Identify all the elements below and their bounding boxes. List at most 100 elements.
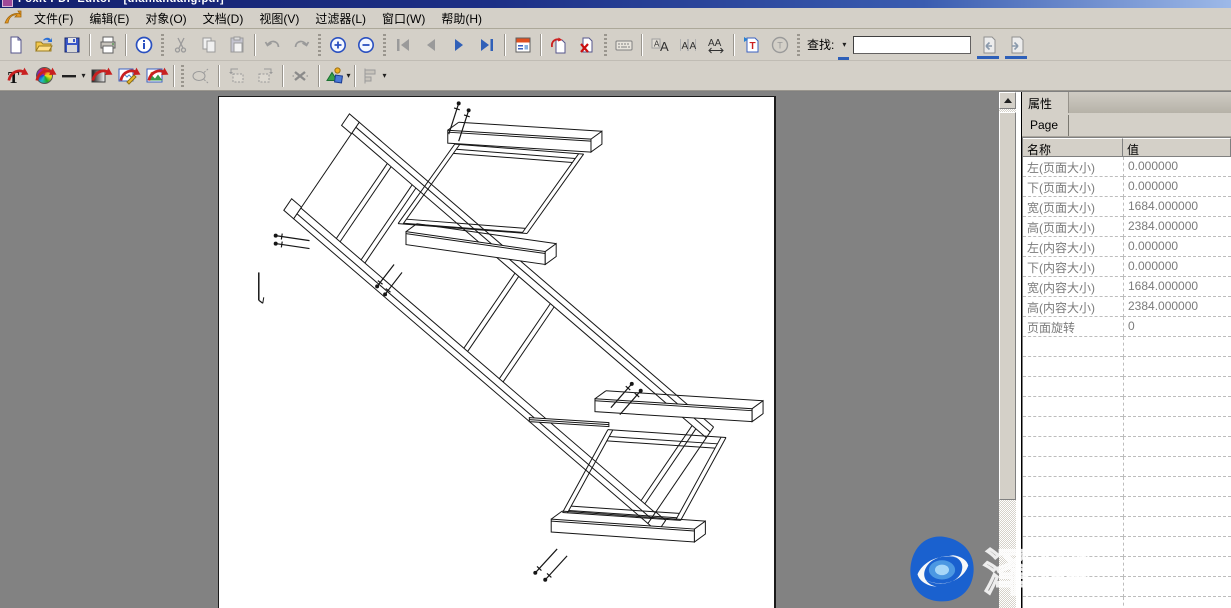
document-info-button[interactable] xyxy=(131,32,157,57)
properties-tabs: Page xyxy=(1022,113,1231,137)
svg-text:T: T xyxy=(750,41,756,52)
find-input[interactable] xyxy=(853,36,971,54)
add-image-icon xyxy=(145,65,167,87)
save-icon xyxy=(62,35,82,55)
add-text-object-button[interactable]: T xyxy=(3,63,29,88)
property-name: 页面旋转 xyxy=(1023,317,1123,337)
zoom-in-button[interactable] xyxy=(325,32,351,57)
menu-item-5[interactable]: 视图(V) xyxy=(251,8,307,29)
toolbar-grip[interactable] xyxy=(318,34,321,56)
clone-object-icon xyxy=(190,65,212,87)
window-titlebar: Foxit PDF Editor - [dianlandang.pdf] xyxy=(0,0,1231,8)
page-layout-button[interactable] xyxy=(510,32,536,57)
prev-page-icon xyxy=(421,35,441,55)
menu-item-3[interactable]: 对象(O) xyxy=(137,8,194,29)
new-file-icon xyxy=(6,35,26,55)
find-options-dropdown[interactable]: ▾ xyxy=(837,32,850,57)
menu-item-2[interactable]: 编辑(E) xyxy=(81,8,137,29)
clone-object-button xyxy=(188,63,214,88)
edit-image-button[interactable] xyxy=(115,63,141,88)
property-row-empty xyxy=(1023,457,1231,477)
properties-table-header: 名称 值 xyxy=(1023,138,1231,157)
menu-item-6[interactable]: 过滤器(L) xyxy=(307,8,374,29)
keyboard-button[interactable] xyxy=(611,32,637,57)
add-color-button[interactable] xyxy=(31,63,57,88)
toolbar-grip[interactable] xyxy=(181,65,184,87)
property-row-empty xyxy=(1023,557,1231,577)
menu-bar: 文件(F)编辑(E)对象(O)文档(D)视图(V)过滤器(L)窗口(W)帮助(H… xyxy=(0,8,1231,29)
text-circle-icon: T xyxy=(770,35,790,55)
property-value xyxy=(1123,357,1231,377)
property-value xyxy=(1123,517,1231,537)
tab-page[interactable]: Page xyxy=(1022,115,1069,136)
last-page-button[interactable] xyxy=(474,32,500,57)
property-value xyxy=(1123,557,1231,577)
chevron-down-icon: ▾ xyxy=(82,71,86,80)
property-value[interactable]: 0.000000 xyxy=(1123,157,1231,177)
color-wheel-icon xyxy=(36,67,53,84)
menu-item-1[interactable]: 文件(F) xyxy=(26,8,81,29)
zoom-in-icon xyxy=(328,35,348,55)
open-file-button[interactable] xyxy=(31,32,57,57)
property-name xyxy=(1023,517,1123,537)
property-row: 下(页面大小)0.000000 xyxy=(1023,177,1231,197)
property-value[interactable]: 2384.000000 xyxy=(1123,297,1231,317)
chevron-down-icon: ▾ xyxy=(383,71,387,80)
next-page-button[interactable] xyxy=(446,32,472,57)
next-page-icon xyxy=(449,35,469,55)
property-value[interactable]: 1684.000000 xyxy=(1123,197,1231,217)
font-width-button[interactable]: AA xyxy=(703,32,729,57)
property-value xyxy=(1123,437,1231,457)
toolbar-grip[interactable] xyxy=(383,34,386,56)
property-value xyxy=(1123,537,1231,557)
paste-icon xyxy=(227,35,247,55)
scrollbar-thumb[interactable] xyxy=(999,112,1016,500)
zoom-out-icon xyxy=(356,35,376,55)
property-value[interactable]: 0.000000 xyxy=(1123,237,1231,257)
scroll-up-button[interactable] xyxy=(999,92,1016,109)
toolbar-grip[interactable] xyxy=(604,34,607,56)
zoom-out-button[interactable] xyxy=(353,32,379,57)
canvas-area[interactable] xyxy=(0,92,999,608)
toolbar-separator xyxy=(282,65,284,87)
menu-item-8[interactable]: 帮助(H) xyxy=(433,8,490,29)
add-shading-button[interactable] xyxy=(87,63,113,88)
svg-text:A: A xyxy=(660,39,669,54)
line-style-button[interactable]: ▾ xyxy=(59,63,85,88)
property-row-empty xyxy=(1023,477,1231,497)
menu-item-4[interactable]: 文档(D) xyxy=(195,8,252,29)
property-value[interactable]: 0 xyxy=(1123,317,1231,337)
toolbar-grip[interactable] xyxy=(797,34,800,56)
new-file-button[interactable] xyxy=(3,32,29,57)
add-image-button[interactable] xyxy=(143,63,169,88)
property-value[interactable]: 1684.000000 xyxy=(1123,277,1231,297)
property-row-empty xyxy=(1023,497,1231,517)
rotate-left-button xyxy=(224,63,250,88)
canvas-vertical-scrollbar[interactable] xyxy=(999,92,1016,608)
property-value[interactable]: 0.000000 xyxy=(1123,257,1231,277)
property-value[interactable]: 0.000000 xyxy=(1123,177,1231,197)
property-row-empty xyxy=(1023,437,1231,457)
insert-shapes-button[interactable]: ▾ xyxy=(324,63,350,88)
print-button[interactable] xyxy=(95,32,121,57)
property-row: 页面旋转0 xyxy=(1023,317,1231,337)
property-name xyxy=(1023,417,1123,437)
delete-page-button[interactable] xyxy=(574,32,600,57)
property-name: 高(内容大小) xyxy=(1023,297,1123,317)
insert-page-button[interactable] xyxy=(546,32,572,57)
property-value xyxy=(1123,497,1231,517)
redo-icon xyxy=(291,35,311,55)
toolbar-grip[interactable] xyxy=(161,34,164,56)
document-icon[interactable] xyxy=(4,10,22,26)
find-previous-button[interactable] xyxy=(975,32,1001,57)
find-next-button[interactable] xyxy=(1003,32,1029,57)
font-size-button[interactable]: AA xyxy=(647,32,673,57)
edit-image-icon xyxy=(117,65,139,87)
property-value[interactable]: 2384.000000 xyxy=(1123,217,1231,237)
toolbar-separator xyxy=(733,34,735,56)
menu-item-7[interactable]: 窗口(W) xyxy=(374,8,433,29)
find-prev-icon xyxy=(978,35,998,55)
add-text-page-button[interactable]: T xyxy=(739,32,765,57)
save-file-button[interactable] xyxy=(59,32,85,57)
font-spacing-button[interactable]: AA xyxy=(675,32,701,57)
